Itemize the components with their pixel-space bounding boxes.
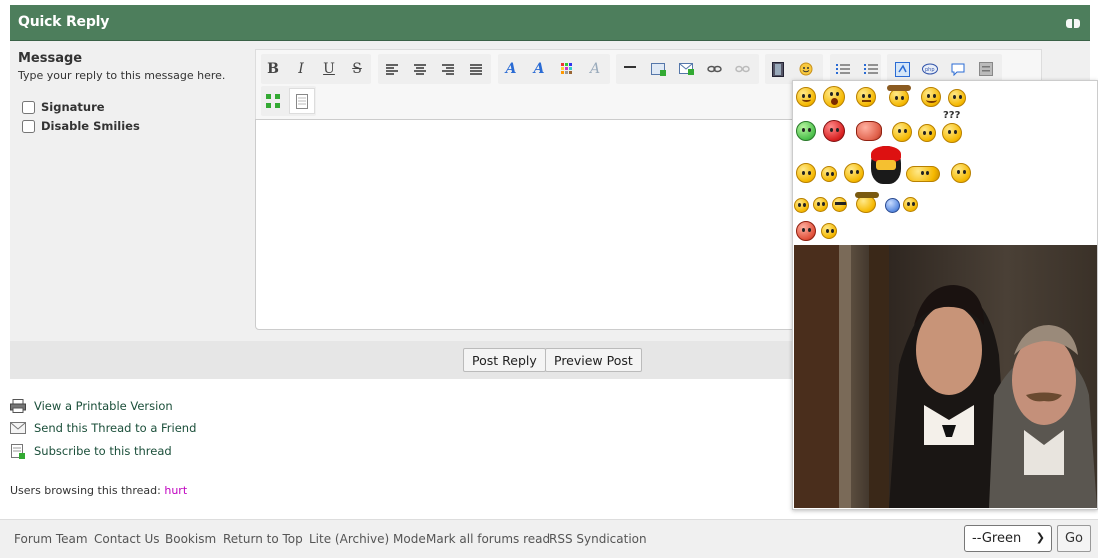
disable-smilies-checkbox[interactable]	[22, 119, 35, 133]
footer-link-contact-us[interactable]: Contact Us	[94, 532, 160, 546]
footer-bar: Forum Team Contact Us Bookism Return to …	[0, 519, 1098, 558]
users-browsing: Users browsing this thread: hurt	[10, 484, 187, 497]
post-reply-button[interactable]: Post Reply	[463, 348, 546, 372]
subscribe-icon	[10, 443, 26, 459]
justify-icon[interactable]	[465, 58, 487, 80]
smiley-flex-icon[interactable]	[906, 166, 940, 182]
footer-link-return-to-top[interactable]: Return to Top	[223, 532, 303, 546]
view-source-icon[interactable]	[289, 88, 315, 114]
php-icon[interactable]: php	[919, 58, 941, 80]
go-button[interactable]: Go	[1057, 525, 1091, 552]
numbered-list-icon[interactable]	[860, 58, 882, 80]
printable-version-label: View a Printable Version	[34, 399, 173, 413]
disable-smilies-label: Disable Smilies	[41, 119, 140, 133]
smiley-question-text: ???	[943, 110, 961, 121]
signature-option[interactable]: Signature	[22, 100, 105, 114]
chevron-down-icon: ❯	[1035, 531, 1045, 544]
link-icon[interactable]	[703, 58, 725, 80]
send-to-friend-label: Send this Thread to a Friend	[34, 421, 197, 435]
smiley-devil-icon[interactable]	[823, 120, 845, 142]
code-icon[interactable]	[891, 58, 913, 80]
smiley-smile-icon[interactable]	[796, 87, 816, 107]
preview-post-button[interactable]: Preview Post	[545, 348, 642, 372]
font-size-icon[interactable]: A	[528, 58, 550, 80]
quick-reply-header: Quick Reply	[10, 5, 1090, 41]
align-right-icon[interactable]	[437, 58, 459, 80]
envelope-icon	[10, 421, 26, 435]
animated-gif-image	[794, 245, 1097, 508]
message-label: Message	[18, 51, 83, 66]
signature-checkbox[interactable]	[22, 100, 35, 114]
smiley-turban-icon[interactable]	[871, 146, 901, 184]
footer-link-rss[interactable]: RSS Syndication	[549, 532, 647, 546]
smiley-blush-icon[interactable]	[796, 163, 816, 183]
subscribe-label: Subscribe to this thread	[34, 444, 172, 458]
remove-format-icon[interactable]: A	[584, 58, 606, 80]
smiley-sheriff-icon[interactable]	[855, 192, 879, 213]
printer-icon	[10, 399, 26, 413]
footer-link-mark-read[interactable]: Mark all forums read	[426, 532, 550, 546]
unlink-icon[interactable]	[731, 58, 753, 80]
send-to-friend-link[interactable]: Send this Thread to a Friend	[10, 421, 196, 435]
align-center-icon[interactable]	[409, 58, 431, 80]
smiley-dizzy-icon[interactable]	[951, 163, 971, 183]
theme-select[interactable]: --Green ❯	[964, 525, 1052, 552]
bullet-list-icon[interactable]	[832, 58, 854, 80]
smilies-icon[interactable]	[795, 58, 817, 80]
quick-reply-title: Quick Reply	[18, 14, 110, 30]
color-icon[interactable]	[556, 58, 578, 80]
smiley-question-icon[interactable]	[942, 123, 962, 143]
smiley-thumbsup-icon[interactable]	[948, 89, 966, 107]
italic-button[interactable]: I	[290, 58, 312, 80]
smiley-cold-icon[interactable]	[885, 198, 900, 213]
smiley-roll-eyes-icon[interactable]	[794, 198, 809, 213]
font-icon[interactable]: A	[500, 58, 522, 80]
printable-version-link[interactable]: View a Printable Version	[10, 399, 173, 413]
theme-select-value: --Green	[972, 531, 1022, 546]
smiley-angel-icon[interactable]	[918, 124, 936, 142]
expand-icon[interactable]	[262, 90, 284, 112]
footer-link-forum-team[interactable]: Forum Team	[14, 532, 88, 546]
smiley-cowboy-icon[interactable]	[887, 85, 911, 107]
quote-icon[interactable]	[947, 58, 969, 80]
source-mode-icon[interactable]	[975, 58, 997, 80]
message-editor[interactable]	[255, 119, 800, 330]
smiley-wave-icon[interactable]	[844, 163, 864, 183]
svg-text:php: php	[925, 67, 935, 73]
signature-label: Signature	[41, 100, 105, 114]
smiley-grin-icon[interactable]	[921, 87, 941, 107]
subscribe-link[interactable]: Subscribe to this thread	[10, 443, 172, 459]
message-options-panel	[10, 41, 255, 341]
smiley-laugh-icon[interactable]	[813, 197, 828, 212]
smiley-cool-icon[interactable]	[832, 197, 847, 212]
browsing-user-link[interactable]: hurt	[164, 484, 187, 497]
smiley-mad-icon[interactable]	[796, 221, 816, 241]
message-hint: Type your reply to this message here.	[18, 69, 226, 82]
smiley-angry-icon[interactable]	[856, 121, 882, 141]
footer-link-lite-mode[interactable]: Lite (Archive) Mode	[309, 532, 426, 546]
smiley-neutral-icon[interactable]	[856, 87, 876, 107]
footer-link-bookism[interactable]: Bookism	[165, 532, 216, 546]
smiley-frustrated-icon[interactable]	[821, 223, 837, 239]
horizontal-rule-icon[interactable]	[619, 58, 641, 80]
collapse-icon[interactable]	[1066, 19, 1080, 28]
strikethrough-button[interactable]: S	[346, 58, 368, 80]
post-buttons-bar	[10, 341, 795, 379]
smiley-shocked-icon[interactable]	[823, 86, 845, 108]
users-browsing-prefix: Users browsing this thread:	[10, 484, 161, 497]
smiley-tongue-icon[interactable]	[821, 166, 837, 182]
bold-button[interactable]: B	[262, 58, 284, 80]
smiley-sad-icon[interactable]	[903, 197, 918, 212]
disable-smilies-option[interactable]: Disable Smilies	[22, 119, 140, 133]
email-icon[interactable]	[675, 58, 697, 80]
underline-button[interactable]: U	[318, 58, 340, 80]
align-left-icon[interactable]	[381, 58, 403, 80]
smiley-confused-icon[interactable]	[892, 122, 912, 142]
video-icon[interactable]	[767, 58, 789, 80]
smiley-sick-icon[interactable]	[796, 121, 816, 141]
image-icon[interactable]	[647, 58, 669, 80]
